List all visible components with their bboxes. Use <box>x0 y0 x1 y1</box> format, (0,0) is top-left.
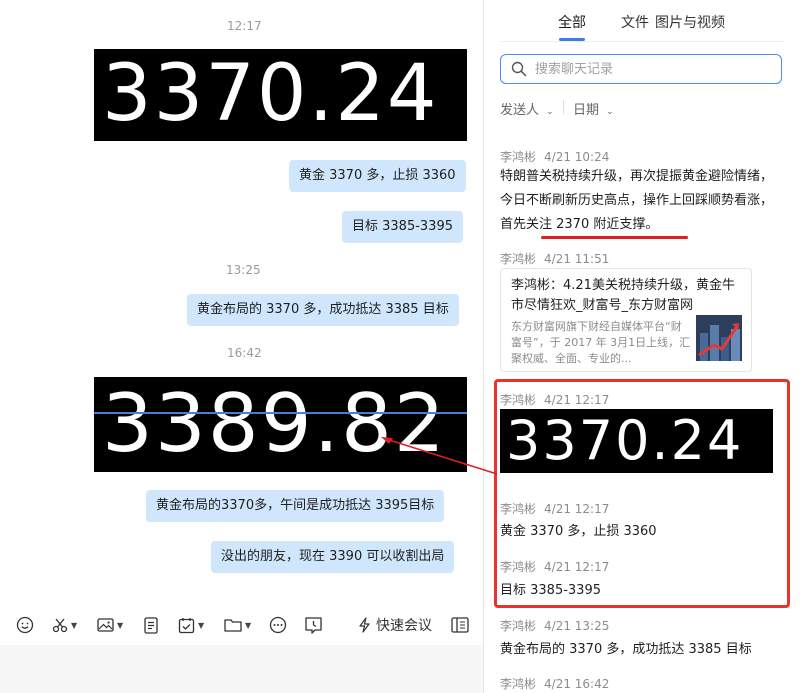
timestamp: 13:25 <box>226 263 261 277</box>
chevron-down-icon: ⌄ <box>546 107 554 117</box>
message-bubble[interactable]: 黄金布局的 3370 多，成功抵达 3385 目标 <box>187 294 459 326</box>
record-time: 4/21 12:17 <box>544 393 610 407</box>
record-meta: 李鸿彬 4/21 16:42 <box>500 675 609 692</box>
record-meta: 李鸿彬 4/21 12:17 <box>500 391 609 408</box>
image-message[interactable]: 3370.24 <box>500 409 773 473</box>
chat-pane: 12:17 3370.24 黄金 3370 多，止损 3360 目标 3385-… <box>0 0 483 693</box>
link-card[interactable]: 李鸿彬：4.21美关税持续升级，黄金牛市尽情狂欢_财富号_东方财富网 东方财富网… <box>500 268 752 372</box>
sender-name: 李鸿彬 <box>500 502 537 516</box>
timestamp: 16:42 <box>227 346 262 360</box>
message-bubble[interactable]: 黄金 3370 多，止损 3360 <box>289 160 466 192</box>
search-input[interactable] <box>535 60 765 78</box>
document-icon[interactable] <box>143 614 159 636</box>
sender-name: 李鸿彬 <box>500 150 537 164</box>
record-time: 4/21 16:42 <box>544 677 610 691</box>
record-text[interactable]: 目标 3385-3395 <box>500 579 601 598</box>
record-meta: 李鸿彬 4/21 12:17 <box>500 500 609 517</box>
record-time: 4/21 10:24 <box>544 150 610 164</box>
folder-icon[interactable]: ▼ <box>224 614 251 636</box>
tab-all[interactable]: 全部 <box>558 12 586 32</box>
image-message[interactable]: 3370.24 <box>94 49 467 141</box>
search-box[interactable] <box>500 54 782 84</box>
tab-media[interactable]: 图片与视频 <box>655 12 725 32</box>
image-message[interactable]: 3389.82 <box>94 377 467 472</box>
message-bubble[interactable]: 没出的朋友，现在 3390 可以收割出局 <box>211 541 455 573</box>
tab-divider <box>500 41 784 42</box>
date-filter[interactable]: 日期 ⌄ <box>573 99 614 118</box>
input-toolbar: ▼ ▼ ▼ ▼ 快速会议 <box>0 605 483 645</box>
emoji-icon[interactable] <box>16 614 34 636</box>
message-bubble[interactable]: 目标 3385-3395 <box>342 211 463 243</box>
record-text[interactable]: 黄金布局的 3370 多，成功抵达 3385 目标 <box>500 638 752 657</box>
quick-meeting-button[interactable]: 快速会议 <box>358 614 432 636</box>
sender-filter[interactable]: 发送人 ⌄ <box>500 99 554 118</box>
link-card-description: 东方财富网旗下财经自媒体平台“财富号”，于 2017 年 3月1日上线，汇聚权威… <box>511 320 691 365</box>
image-message-text: 3370.24 <box>102 49 439 139</box>
link-card-thumbnail <box>696 315 742 361</box>
sender-name: 李鸿彬 <box>500 619 537 633</box>
record-time: 4/21 13:25 <box>544 619 610 633</box>
quick-meeting-label: 快速会议 <box>376 618 432 634</box>
chat-record-icon[interactable] <box>304 614 323 636</box>
link-card-title: 李鸿彬：4.21美关税持续升级，黄金牛市尽情狂欢_财富号_东方财富网 <box>511 278 735 313</box>
image-message-text: 3389.82 <box>102 377 447 470</box>
sender-filter-label: 发送人 <box>500 103 540 118</box>
record-text[interactable]: 特朗普关税持续升级，再次提振黄金避险情绪，今日不断刷新历史高点，操作上回踩顺势看… <box>500 165 785 237</box>
record-meta: 李鸿彬 4/21 11:51 <box>500 250 609 267</box>
tab-files[interactable]: 文件 <box>621 12 649 32</box>
lightning-icon <box>358 617 371 633</box>
record-meta: 李鸿彬 4/21 12:17 <box>500 558 609 575</box>
message-input-area[interactable] <box>0 645 483 693</box>
price-line <box>94 412 467 414</box>
record-time: 4/21 12:17 <box>544 560 610 574</box>
chevron-down-icon: ⌄ <box>606 107 614 117</box>
sender-name: 李鸿彬 <box>500 677 537 691</box>
sidebar-icon[interactable] <box>451 614 469 636</box>
record-text[interactable]: 黄金 3370 多，止损 3360 <box>500 520 657 539</box>
sender-name: 李鸿彬 <box>500 252 537 266</box>
date-filter-label: 日期 <box>573 103 600 118</box>
image-message-text: 3370.24 <box>506 409 744 472</box>
search-icon <box>511 61 527 81</box>
scissors-icon[interactable]: ▼ <box>52 614 77 636</box>
task-icon[interactable]: ▼ <box>178 614 204 636</box>
image-icon[interactable]: ▼ <box>97 614 123 636</box>
more-icon[interactable] <box>269 614 287 636</box>
record-time: 4/21 11:51 <box>544 252 610 266</box>
record-meta: 李鸿彬 4/21 13:25 <box>500 617 609 634</box>
timestamp: 12:17 <box>227 19 262 33</box>
filter-divider <box>563 100 564 114</box>
sender-name: 李鸿彬 <box>500 393 537 407</box>
message-bubble[interactable]: 黄金布局的3370多，午间是成功抵达 3395目标 <box>146 490 445 522</box>
highlight-underline <box>541 236 688 239</box>
record-time: 4/21 12:17 <box>544 502 610 516</box>
chat-history-pane: 全部 文件 图片与视频 发送人 ⌄ 日期 ⌄ 李鸿彬 4/21 10:24 特朗普… <box>484 0 800 693</box>
record-meta: 李鸿彬 4/21 10:24 <box>500 148 609 165</box>
sender-name: 李鸿彬 <box>500 560 537 574</box>
